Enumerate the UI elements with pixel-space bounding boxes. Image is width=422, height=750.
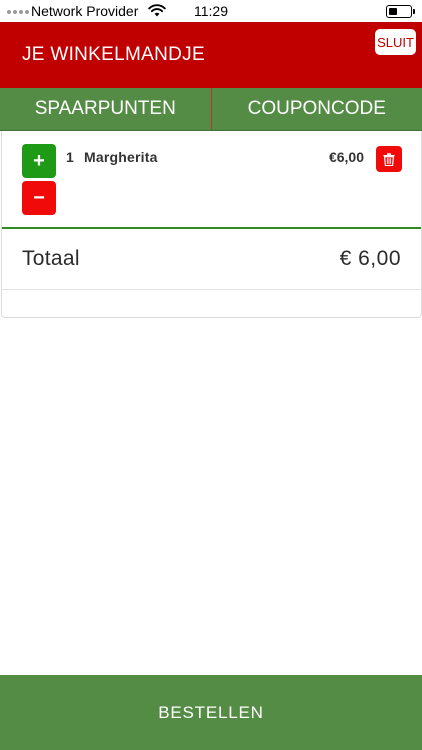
cart-item: + − 1 Margherita €6,00 — [2, 131, 421, 229]
item-name: Margherita — [84, 149, 158, 165]
status-bar: Network Provider 11:29 — [0, 0, 422, 22]
trash-icon — [383, 152, 395, 166]
order-button[interactable]: BESTELLEN — [0, 675, 422, 750]
item-quantity: 1 — [66, 149, 74, 165]
app-header: JE WINKELMANDJE SLUIT — [0, 22, 422, 88]
cart-card: + − 1 Margherita €6,00 Totaal € 6,00 — [1, 131, 422, 318]
total-amount: € 6,00 — [339, 247, 401, 270]
status-time: 11:29 — [194, 3, 228, 19]
tab-couponcode[interactable]: COUPONCODE — [212, 88, 422, 130]
total-label: Totaal — [22, 247, 80, 270]
increase-quantity-button[interactable]: + — [22, 144, 56, 178]
page-title: JE WINKELMANDJE — [22, 44, 205, 65]
total-row: Totaal € 6,00 — [2, 229, 421, 290]
battery-icon — [386, 5, 415, 18]
close-button[interactable]: SLUIT — [375, 29, 416, 55]
delete-item-button[interactable] — [376, 146, 402, 172]
decrease-quantity-button[interactable]: − — [22, 181, 56, 215]
tab-bar: SPAARPUNTEN COUPONCODE — [0, 88, 422, 131]
item-price: €6,00 — [328, 149, 364, 165]
tab-spaarpunten[interactable]: SPAARPUNTEN — [0, 88, 212, 130]
